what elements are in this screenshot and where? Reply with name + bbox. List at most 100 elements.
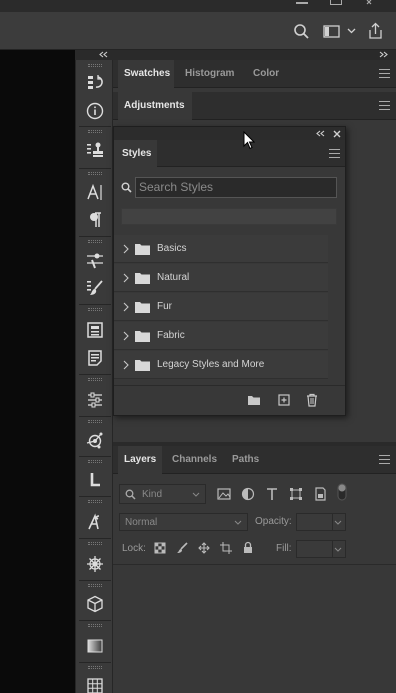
share-icon[interactable]: [367, 22, 384, 40]
group-grip[interactable]: [88, 378, 102, 381]
tab-layers[interactable]: Layers: [118, 446, 162, 474]
info-icon[interactable]: [85, 101, 105, 121]
history-icon[interactable]: [85, 73, 105, 93]
search-styles-input[interactable]: Search Styles: [135, 177, 337, 198]
opacity-label: Opacity:: [255, 516, 292, 527]
list-item[interactable]: Basics: [114, 235, 328, 263]
group-grip[interactable]: [88, 460, 102, 463]
document-canvas[interactable]: [0, 50, 75, 693]
chevron-right-icon[interactable]: [121, 331, 131, 341]
close-icon[interactable]: [364, 0, 376, 6]
list-item[interactable]: Fabric: [114, 322, 328, 350]
paragraph-icon[interactable]: [85, 210, 105, 230]
tab-adjustments[interactable]: Adjustments: [118, 92, 192, 120]
minimize-icon[interactable]: [296, 2, 308, 4]
lock-all-icon[interactable]: [242, 541, 254, 554]
paths-icon[interactable]: [85, 430, 105, 450]
folder-icon: [135, 359, 150, 371]
group-grip[interactable]: [88, 584, 102, 587]
workspace-icon[interactable]: [323, 25, 340, 38]
filter-toggle-icon[interactable]: [337, 483, 347, 501]
folder-icon: [135, 272, 150, 284]
new-style-icon[interactable]: [277, 393, 291, 407]
blend-mode-select[interactable]: Normal: [119, 513, 248, 531]
style-group-label: Basics: [157, 243, 187, 254]
notes-icon[interactable]: [85, 348, 105, 368]
opacity-field[interactable]: [296, 513, 346, 531]
list-item[interactable]: Natural: [114, 264, 328, 292]
character-icon[interactable]: [85, 182, 105, 202]
gradients-icon[interactable]: [85, 636, 105, 656]
chevron-right-icon[interactable]: [121, 302, 131, 312]
panel-menu-icon[interactable]: [379, 101, 390, 110]
brushes-icon[interactable]: [85, 278, 105, 298]
styles-list: Basics Natural Fur Fabric Legacy Styles …: [114, 235, 345, 385]
restore-icon[interactable]: [330, 0, 342, 5]
group-grip[interactable]: [88, 542, 102, 545]
styles-panel-header[interactable]: [114, 127, 345, 140]
actions-icon[interactable]: [85, 554, 105, 574]
patterns-icon[interactable]: [85, 676, 105, 693]
collapse-left-icon[interactable]: [99, 51, 108, 58]
styles-panel-tabbar: Styles: [114, 140, 345, 167]
search-icon[interactable]: [293, 23, 310, 40]
layer-filter-select[interactable]: Kind: [119, 484, 206, 504]
group-grip[interactable]: [88, 240, 102, 243]
tab-histogram[interactable]: Histogram: [179, 60, 240, 88]
layer-filter-label: Kind: [142, 489, 163, 500]
glyphs-icon[interactable]: [85, 512, 105, 532]
style-group-label: Natural: [157, 272, 190, 283]
panel-dock-header: [75, 50, 396, 60]
chevron-right-icon[interactable]: [121, 273, 131, 283]
lock-image-pixels-icon[interactable]: [176, 542, 188, 554]
trash-icon[interactable]: [305, 393, 319, 407]
lock-position-icon[interactable]: [198, 542, 210, 554]
lock-artboard-icon[interactable]: [220, 542, 232, 554]
chevron-right-icon[interactable]: [121, 360, 131, 370]
style-group-label: Legacy Styles and More: [157, 359, 265, 370]
close-panel-icon[interactable]: [333, 130, 341, 138]
scrollbar[interactable]: [328, 235, 345, 380]
group-grip[interactable]: [88, 666, 102, 669]
chevron-right-icon[interactable]: [121, 244, 131, 254]
expand-right-icon[interactable]: [379, 51, 388, 58]
group-grip[interactable]: [88, 64, 102, 67]
list-item[interactable]: Fur: [114, 293, 328, 321]
filter-smart-object-icon[interactable]: [313, 487, 327, 501]
list-item[interactable]: Legacy Styles and More: [114, 351, 328, 379]
group-grip[interactable]: [88, 624, 102, 627]
tab-styles[interactable]: Styles: [114, 140, 157, 167]
collapse-to-icons-icon[interactable]: [316, 130, 325, 137]
blend-mode-value: Normal: [125, 517, 158, 528]
tab-paths[interactable]: Paths: [226, 446, 265, 474]
new-group-icon[interactable]: [247, 393, 261, 407]
group-grip[interactable]: [88, 308, 102, 311]
group-grip[interactable]: [88, 500, 102, 503]
group-grip[interactable]: [88, 420, 102, 423]
group-grip[interactable]: [88, 172, 102, 175]
brush-settings-icon[interactable]: [85, 250, 105, 270]
lock-transparent-pixels-icon[interactable]: [154, 542, 166, 554]
properties-icon[interactable]: [85, 390, 105, 410]
character-styles-icon[interactable]: [85, 470, 105, 490]
layers-panel-tabbar: Layers Channels Paths: [113, 446, 396, 474]
filter-adjustment-icon[interactable]: [241, 487, 255, 501]
group-grip[interactable]: [88, 130, 102, 133]
panel-icon-column: [75, 60, 113, 693]
clone-source-icon[interactable]: [85, 140, 105, 160]
panel-menu-icon[interactable]: [379, 69, 390, 78]
3d-icon[interactable]: [85, 594, 105, 614]
fill-field[interactable]: [296, 540, 346, 558]
filter-pixel-icon[interactable]: [217, 487, 231, 501]
panel-menu-icon[interactable]: [379, 455, 390, 464]
filter-shape-icon[interactable]: [289, 487, 303, 501]
options-bar: [0, 12, 396, 50]
tab-swatches[interactable]: Swatches: [118, 60, 174, 88]
panel-menu-icon[interactable]: [329, 149, 340, 158]
filter-type-icon[interactable]: [265, 487, 279, 501]
lock-label: Lock:: [122, 543, 146, 554]
tab-color[interactable]: Color: [247, 60, 285, 88]
libraries-icon[interactable]: [85, 320, 105, 340]
tab-channels[interactable]: Channels: [166, 446, 223, 474]
chevron-down-icon[interactable]: [347, 28, 356, 34]
